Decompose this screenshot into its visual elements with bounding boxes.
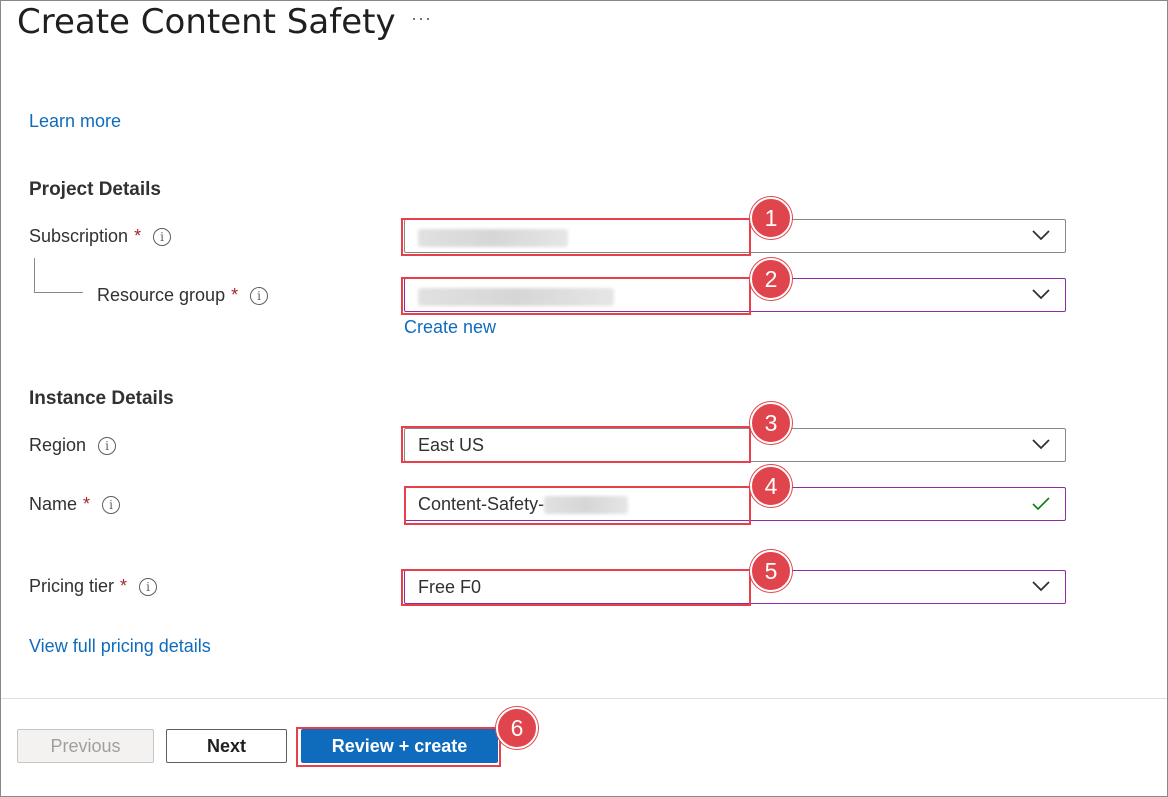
name-label-row: Name * i bbox=[29, 494, 121, 515]
info-icon[interactable]: i bbox=[102, 496, 121, 515]
next-button[interactable]: Next bbox=[166, 729, 287, 763]
info-icon[interactable]: i bbox=[139, 578, 158, 597]
instance-details-heading: Instance Details bbox=[29, 388, 174, 409]
page-title: Create Content Safety bbox=[17, 2, 396, 42]
previous-button[interactable]: Previous bbox=[17, 729, 154, 763]
chevron-down-icon bbox=[1032, 439, 1050, 450]
footer-divider bbox=[1, 698, 1167, 699]
create-new-link[interactable]: Create new bbox=[404, 317, 496, 338]
highlight-box-review-create bbox=[296, 727, 501, 767]
info-icon[interactable]: i bbox=[250, 287, 269, 306]
highlight-box-name bbox=[404, 486, 751, 525]
project-details-heading: Project Details bbox=[29, 179, 161, 200]
learn-more-link[interactable]: Learn more bbox=[29, 111, 121, 132]
required-marker: * bbox=[83, 494, 91, 514]
resource-group-label-row: Resource group * i bbox=[97, 285, 269, 306]
highlight-box-pricing bbox=[401, 569, 751, 606]
window-frame bbox=[0, 0, 1168, 797]
view-pricing-link[interactable]: View full pricing details bbox=[29, 636, 211, 657]
checkmark-icon bbox=[1032, 497, 1050, 511]
region-label: Region bbox=[29, 435, 87, 455]
required-marker: * bbox=[120, 576, 128, 596]
step-badge-1: 1 bbox=[750, 197, 792, 239]
resource-group-label: Resource group bbox=[97, 285, 226, 305]
chevron-down-icon bbox=[1032, 230, 1050, 241]
tree-connector bbox=[34, 258, 83, 293]
required-marker: * bbox=[231, 285, 239, 305]
more-options-icon[interactable]: ··· bbox=[411, 8, 432, 29]
region-label-row: Region i bbox=[29, 435, 117, 456]
name-label: Name bbox=[29, 494, 78, 514]
subscription-label: Subscription bbox=[29, 226, 129, 246]
pricing-tier-label-row: Pricing tier * i bbox=[29, 576, 158, 597]
subscription-label-row: Subscription * i bbox=[29, 226, 172, 247]
required-marker: * bbox=[134, 226, 142, 246]
info-icon[interactable]: i bbox=[153, 228, 172, 247]
step-badge-3: 3 bbox=[750, 402, 792, 444]
highlight-box-resource-group bbox=[401, 277, 751, 315]
highlight-box-subscription bbox=[401, 218, 751, 256]
step-badge-6: 6 bbox=[496, 707, 538, 749]
chevron-down-icon bbox=[1032, 289, 1050, 300]
step-badge-2: 2 bbox=[750, 258, 792, 300]
highlight-box-region bbox=[401, 426, 751, 463]
chevron-down-icon bbox=[1032, 581, 1050, 592]
step-badge-4: 4 bbox=[750, 465, 792, 507]
pricing-tier-label: Pricing tier bbox=[29, 576, 115, 596]
info-icon[interactable]: i bbox=[98, 437, 117, 456]
step-badge-5: 5 bbox=[750, 550, 792, 592]
